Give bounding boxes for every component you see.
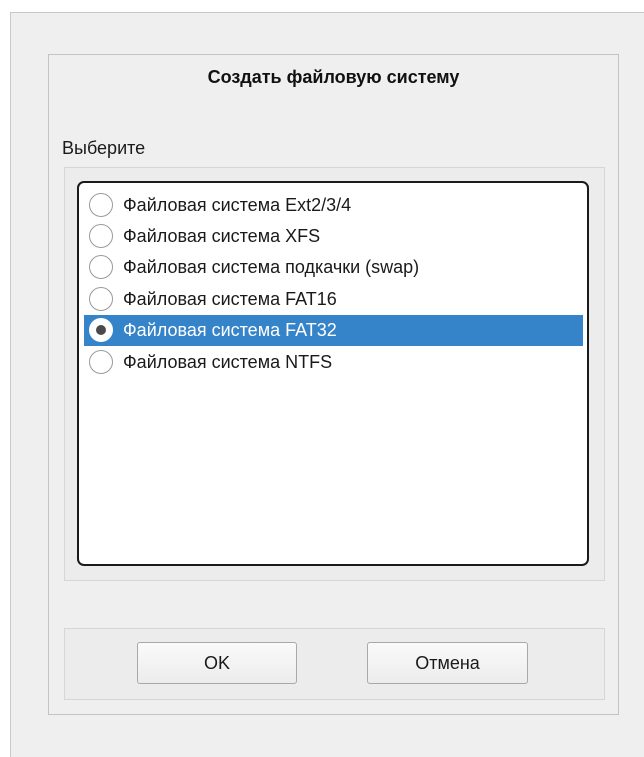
radio-button[interactable] (89, 349, 113, 374)
filesystem-options: Файловая система Ext2/3/4 Файловая систе… (84, 189, 583, 377)
option-xfs[interactable]: Файловая система XFS (84, 220, 583, 251)
option-label: Файловая система FAT16 (123, 288, 337, 309)
option-fat16[interactable]: Файловая система FAT16 (84, 283, 583, 314)
radio-button[interactable] (89, 255, 113, 280)
radio-button[interactable] (89, 318, 113, 343)
option-label: Файловая система NTFS (123, 351, 333, 372)
filesystem-radio-list: Файловая система Ext2/3/4 Файловая систе… (77, 181, 589, 566)
option-ext[interactable]: Файловая система Ext2/3/4 (84, 189, 583, 220)
ok-button[interactable]: OK (137, 642, 297, 684)
cancel-button[interactable]: Отмена (367, 642, 528, 684)
radio-button[interactable] (89, 224, 113, 249)
radio-selected-dot (96, 325, 106, 336)
dialog-title: Создать файловую систему (207, 67, 460, 87)
radio-button[interactable] (89, 286, 113, 311)
option-label: Файловая система Ext2/3/4 (123, 194, 352, 215)
option-ntfs[interactable]: Файловая система NTFS (84, 346, 583, 377)
option-label: Файловая система XFS (123, 226, 321, 247)
option-label: Файловая система FAT32 (123, 320, 337, 341)
option-label: Файловая система подкачки (swap) (123, 257, 420, 278)
option-fat32[interactable]: Файловая система FAT32 (84, 314, 583, 346)
radio-button[interactable] (89, 192, 113, 217)
option-swap[interactable]: Файловая система подкачки (swap) (84, 252, 583, 283)
section-label: Выберите (62, 138, 146, 158)
